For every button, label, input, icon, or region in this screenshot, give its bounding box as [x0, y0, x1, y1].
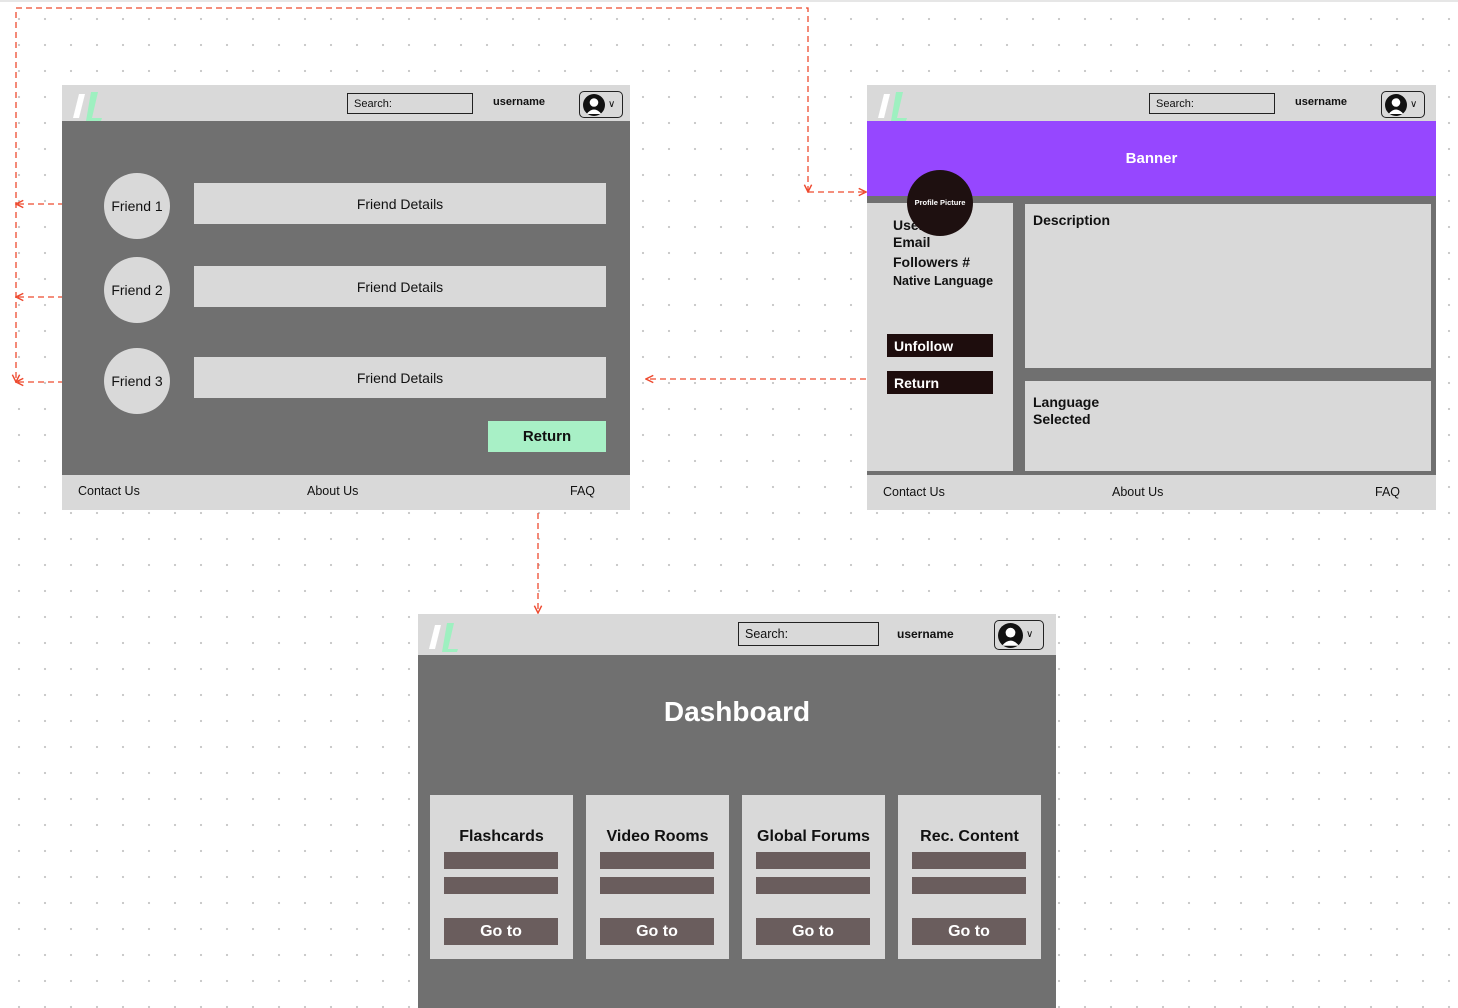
app-header: Search: username ∨: [62, 85, 630, 121]
card-placeholder-bar: [756, 852, 870, 869]
return-button[interactable]: Return: [488, 421, 606, 452]
footer-faq-link[interactable]: FAQ: [1375, 485, 1400, 499]
chevron-down-icon: ∨: [608, 98, 616, 110]
footer-contact-link[interactable]: Contact Us: [883, 485, 945, 499]
dashboard-frame: Search: username ∨ Dashboard Flashcards …: [418, 614, 1056, 1008]
app-header: Search: username ∨: [867, 85, 1436, 121]
language-title-line1: Language: [1033, 394, 1100, 410]
account-menu[interactable]: ∨: [1381, 91, 1425, 118]
card-placeholder-bar: [912, 852, 1026, 869]
search-label: Search:: [745, 627, 789, 641]
friend-avatar-2[interactable]: Friend 2: [104, 257, 170, 323]
goto-button[interactable]: Go to: [912, 918, 1026, 945]
friend-name: Friend 2: [111, 282, 163, 298]
language-box: Language Selected: [1025, 381, 1431, 471]
footer-faq-link[interactable]: FAQ: [570, 484, 595, 498]
card-placeholder-bar: [444, 877, 558, 894]
goto-button[interactable]: Go to: [600, 918, 714, 945]
card-title: Rec. Content: [920, 828, 1019, 845]
search-label: Search:: [1156, 97, 1194, 110]
card-title: Flashcards: [459, 828, 544, 845]
search-label: Search:: [354, 97, 392, 110]
username-label: username: [897, 627, 954, 641]
search-input[interactable]: Search:: [738, 622, 879, 646]
friend-details-label: Friend Details: [356, 278, 444, 295]
card-placeholder-bar: [444, 852, 558, 869]
footer: Contact Us About Us FAQ: [867, 475, 1436, 510]
chevron-down-icon: ∨: [1410, 98, 1418, 110]
footer-about-link[interactable]: About Us: [1112, 485, 1163, 499]
card-placeholder-bar: [912, 877, 1026, 894]
friend-name: Friend 3: [111, 373, 163, 389]
username-label: username: [493, 96, 545, 108]
profile-info-panel: Username Email Followers # Native Langua…: [867, 203, 1013, 471]
return-button[interactable]: Return: [887, 371, 993, 394]
profile-picture[interactable]: Profile Picture: [907, 170, 973, 236]
feature-card-rec-content: Rec. Content Go to: [898, 795, 1041, 959]
user-avatar-icon: [998, 622, 1023, 648]
profile-followers: Followers #: [893, 254, 971, 270]
goto-button[interactable]: Go to: [444, 918, 558, 945]
account-menu[interactable]: ∨: [579, 91, 623, 118]
app-header: Search: username ∨: [418, 614, 1056, 655]
friend-details-1[interactable]: Friend Details: [194, 183, 606, 224]
goto-button[interactable]: Go to: [756, 918, 870, 945]
chevron-down-icon: ∨: [1026, 629, 1034, 640]
friend-details-label: Friend Details: [356, 369, 444, 386]
user-avatar-icon: [1385, 93, 1407, 116]
profile-frame: Search: username ∨ Banner Username Email…: [867, 85, 1436, 510]
footer-about-link[interactable]: About Us: [307, 484, 358, 498]
app-logo-icon[interactable]: [70, 88, 108, 122]
card-title: Global Forums: [757, 828, 870, 845]
card-placeholder-bar: [756, 877, 870, 894]
unfollow-button[interactable]: Unfollow: [887, 334, 993, 357]
friends-frame: Search: username ∨ Friend 1 Friend Detai…: [62, 85, 630, 510]
feature-card-video-rooms: Video Rooms Go to: [586, 795, 729, 959]
feature-card-global-forums: Global Forums Go to: [742, 795, 885, 959]
username-label: username: [1295, 96, 1347, 108]
search-input[interactable]: Search:: [1149, 93, 1275, 114]
description-box: Description: [1025, 204, 1431, 368]
dashboard-title: Dashboard: [663, 696, 811, 727]
friend-details-label: Friend Details: [356, 195, 444, 212]
friend-details-3[interactable]: Friend Details: [194, 357, 606, 398]
friend-name: Friend 1: [111, 198, 163, 214]
friend-details-2[interactable]: Friend Details: [194, 266, 606, 307]
card-placeholder-bar: [600, 852, 714, 869]
friend-avatar-3[interactable]: Friend 3: [104, 348, 170, 414]
user-avatar-icon: [583, 93, 605, 116]
account-menu[interactable]: ∨: [994, 620, 1044, 650]
footer-contact-link[interactable]: Contact Us: [78, 484, 140, 498]
profile-email: Email: [893, 234, 931, 250]
description-title: Description: [1033, 212, 1111, 228]
feature-card-flashcards: Flashcards Go to: [430, 795, 573, 959]
search-input[interactable]: Search:: [347, 93, 473, 114]
card-title: Video Rooms: [606, 828, 709, 845]
profile-native-language: Native Language: [893, 274, 994, 288]
footer: Contact Us About Us FAQ: [62, 475, 630, 510]
app-logo-icon[interactable]: [426, 619, 464, 653]
friend-avatar-1[interactable]: Friend 1: [104, 173, 170, 239]
card-placeholder-bar: [600, 877, 714, 894]
language-title-line2: Selected: [1033, 411, 1091, 427]
canvas-top-border: [0, 0, 1458, 2]
app-logo-icon[interactable]: [875, 88, 913, 122]
